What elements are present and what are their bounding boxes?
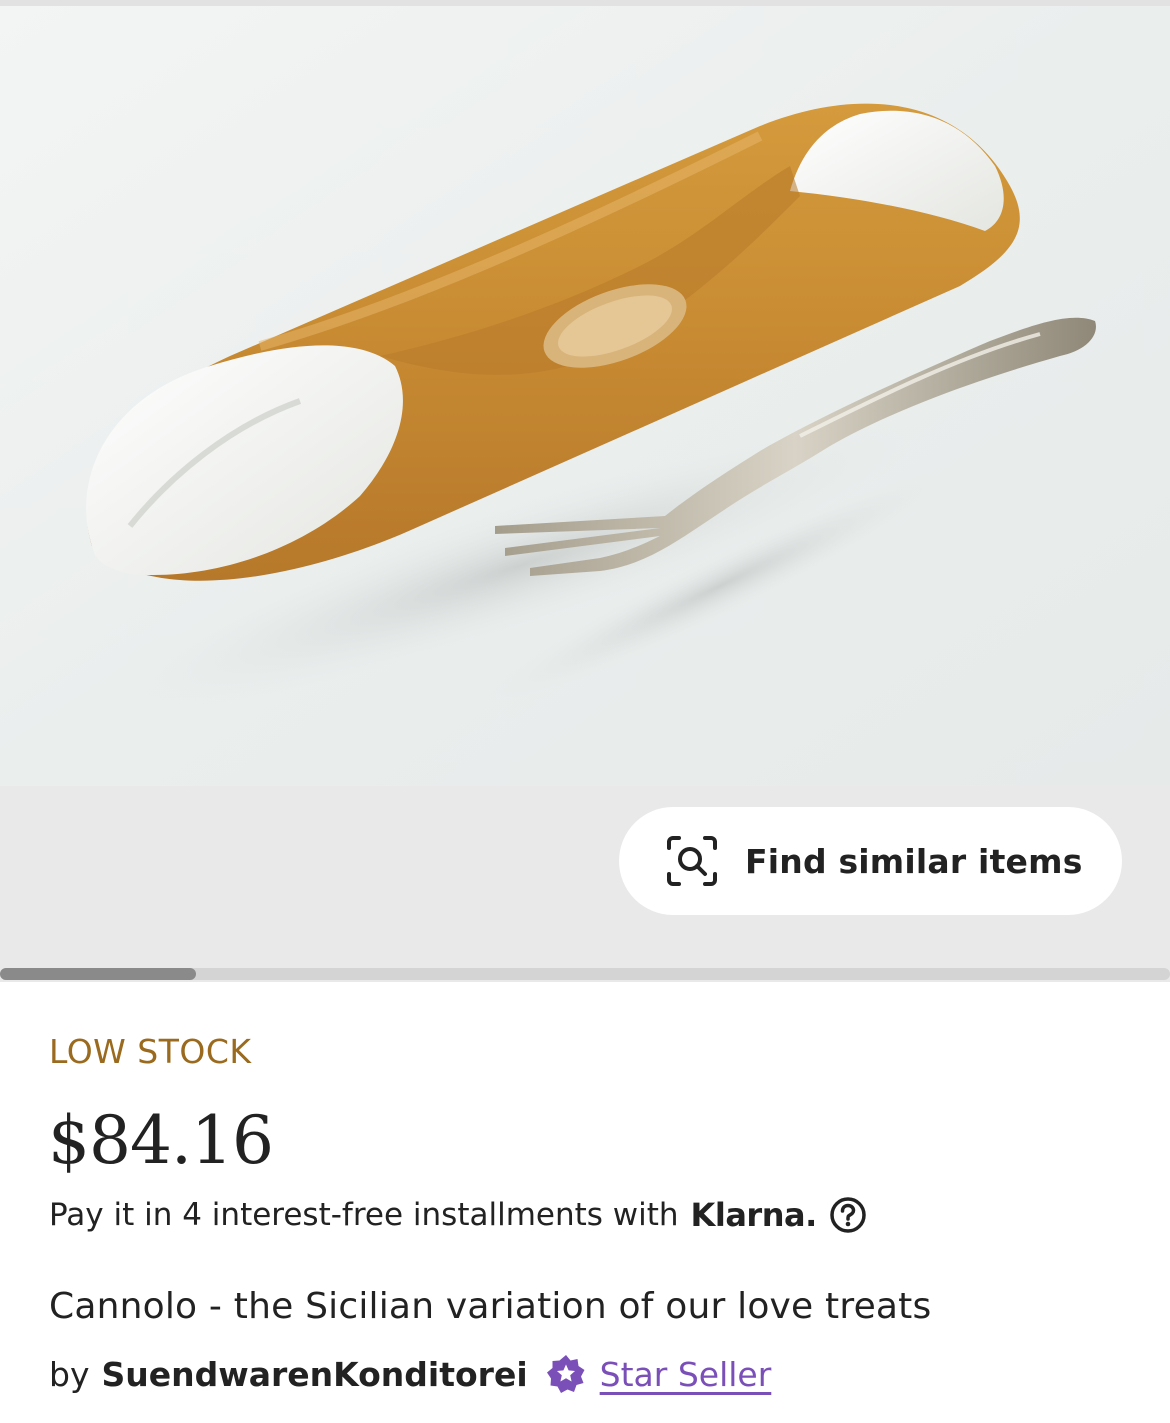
seller-prefix: by — [49, 1354, 90, 1394]
seller-name-link[interactable]: SuendwarenKonditorei — [101, 1355, 527, 1394]
question-circle-icon[interactable] — [829, 1196, 867, 1234]
star-seller-link[interactable]: Star Seller — [600, 1355, 772, 1394]
product-photo[interactable] — [0, 6, 1170, 786]
installments-text: Pay it in 4 interest-free installments w… — [49, 1197, 679, 1233]
listing-details: LOW STOCK $84.16 Pay it in 4 interest-fr… — [0, 982, 1170, 1423]
star-badge-icon — [546, 1355, 585, 1393]
camera-search-icon — [667, 836, 717, 886]
find-similar-label: Find similar items — [745, 841, 1083, 881]
find-similar-button[interactable]: Find similar items — [619, 807, 1122, 915]
stock-status: LOW STOCK — [49, 1032, 252, 1071]
product-image-gallery[interactable]: Find similar items — [0, 0, 1170, 982]
cannolo-photo — [0, 6, 1170, 786]
seller-line: by SuendwarenKonditorei Star Seller — [49, 1354, 771, 1394]
klarna-logo: Klarna. — [690, 1196, 818, 1234]
installments-row: Pay it in 4 interest-free installments w… — [49, 1196, 867, 1234]
gallery-scrollbar-thumb[interactable] — [0, 968, 196, 980]
price: $84.16 — [48, 1102, 274, 1179]
listing-title: Cannolo - the Sicilian variation of our … — [49, 1286, 932, 1327]
